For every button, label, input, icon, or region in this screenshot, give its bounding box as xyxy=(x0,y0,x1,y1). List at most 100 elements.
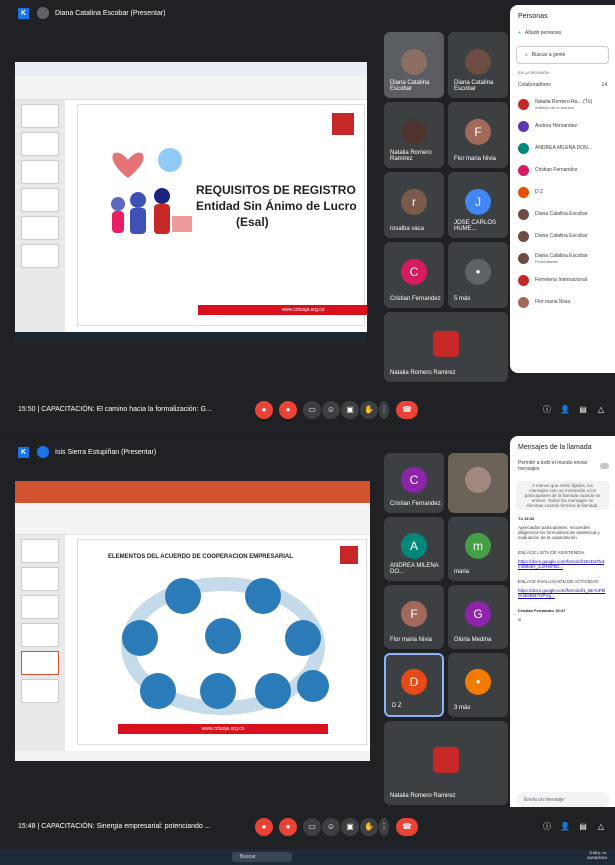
raise-hand-button[interactable]: ✋ xyxy=(360,818,378,836)
participant-tile[interactable]: C Cristian Fernandez xyxy=(384,242,444,308)
participant-tile[interactable]: Diana Catalina Escobar xyxy=(448,32,508,98)
more-participants-tile[interactable]: ● 5 más xyxy=(448,242,508,308)
participant-tile[interactable]: F Flor maria Nivia xyxy=(448,102,508,168)
shared-screen: REQUISITOS DE REGISTRO Entidad Sin Ánimo… xyxy=(15,62,367,342)
participant-name: ANDREA MILENA DO... xyxy=(390,563,439,575)
thumbnail[interactable] xyxy=(21,132,59,156)
taskbar-search[interactable]: Buscar xyxy=(232,852,292,862)
presenter-video-tile[interactable] xyxy=(448,453,508,513)
participant-avatar: A xyxy=(401,532,427,559)
person-role: Presentación xyxy=(535,258,559,264)
participant-avatar: C xyxy=(401,258,427,285)
activities-button[interactable]: △ xyxy=(592,401,610,419)
ppt-ribbon xyxy=(15,503,370,535)
self-view-tile[interactable]: Natalia Romero Ramirez xyxy=(384,721,508,805)
thumbnail[interactable] xyxy=(21,567,59,591)
more-options-button[interactable]: ⋮ xyxy=(379,818,389,836)
thumbnail[interactable] xyxy=(21,623,59,647)
leave-call-button[interactable]: ☎ xyxy=(396,818,418,836)
chat-button[interactable]: ▤ xyxy=(574,401,592,419)
participant-tile[interactable]: C Cristian Fernandez xyxy=(384,453,444,513)
person-avatar xyxy=(518,142,529,154)
person-row[interactable]: Flor maria Nivia xyxy=(510,291,615,313)
mic-off-button[interactable]: ● xyxy=(255,401,273,419)
allow-messages-toggle[interactable]: Permitir a todo el mundo enviar mensajes xyxy=(510,455,615,477)
participant-avatar: C xyxy=(401,466,427,493)
present-button[interactable]: ▣ xyxy=(341,818,359,836)
present-button[interactable]: ▣ xyxy=(341,401,359,419)
people-button[interactable]: 👤 xyxy=(556,401,574,419)
person-row[interactable]: Natalia Romero Ra... (Tú) Anfitrión de la… xyxy=(510,93,615,115)
thumbnail[interactable] xyxy=(21,104,59,128)
participant-tile[interactable]: m maria xyxy=(448,517,508,581)
person-avatar xyxy=(518,252,529,264)
activities-button[interactable]: △ xyxy=(592,818,610,836)
participant-tile[interactable]: r rosalba vaca xyxy=(384,172,444,238)
person-row[interactable]: Cristian Fernandez xyxy=(510,159,615,181)
captions-button[interactable]: ▭ xyxy=(303,818,321,836)
person-row[interactable]: Diana Catalina Escobar xyxy=(510,225,615,247)
participant-tile[interactable]: Diana Catalina Escobar xyxy=(384,32,444,98)
participant-tile[interactable]: A ANDREA MILENA DO... xyxy=(384,517,444,581)
toggle-label: Permitir a todo el mundo enviar mensajes xyxy=(518,460,588,472)
more-options-button[interactable]: ⋮ xyxy=(379,401,389,419)
thumbnail[interactable] xyxy=(21,539,59,563)
person-avatar xyxy=(518,120,529,132)
add-people-button[interactable]: + Añadir personas xyxy=(510,24,615,42)
participant-tile[interactable]: J JOSE CARLOS HUME... xyxy=(448,172,508,238)
camera-off-button[interactable]: ● xyxy=(279,818,297,836)
message-text: si xyxy=(518,617,522,622)
slide-thumbnails[interactable] xyxy=(15,100,65,332)
participant-name: D Z xyxy=(392,703,402,709)
message-input[interactable]: Envía un mensaje xyxy=(516,792,609,808)
thumbnail-selected[interactable] xyxy=(21,651,59,675)
thumbnail[interactable] xyxy=(21,160,59,184)
participant-tile[interactable]: F Flor maria Nivia xyxy=(384,585,444,649)
person-row[interactable]: Andrea Hernandez xyxy=(510,115,615,137)
toggle-switch[interactable] xyxy=(600,463,609,469)
participant-tile[interactable]: G Gloria Medina xyxy=(448,585,508,649)
person-row[interactable]: D Z xyxy=(510,181,615,203)
taskbar-search-label: Buscar xyxy=(240,854,256,860)
participant-avatar: r xyxy=(401,188,427,215)
self-view-tile[interactable]: Natalia Romero Ramirez xyxy=(384,312,508,382)
leave-call-button[interactable]: ☎ xyxy=(396,401,418,419)
search-people-input[interactable]: ⌕ Buscar a gente xyxy=(516,46,609,64)
thumbnail[interactable] xyxy=(21,244,59,268)
more-participants-tile[interactable]: ● 3 más xyxy=(448,653,508,717)
person-name: Diana Catalina Escobar xyxy=(535,233,588,239)
person-row[interactable]: Diana Catalina Escobar Presentación xyxy=(510,247,615,269)
emoji-button[interactable]: ☺ xyxy=(322,401,340,419)
people-button[interactable]: 👤 xyxy=(556,818,574,836)
person-row[interactable]: ANDREA MILENA DON... xyxy=(510,137,615,159)
person-name: ANDREA MILENA DON... xyxy=(535,145,592,151)
person-name: Andrea Hernandez xyxy=(535,123,577,129)
participant-tile-speaking[interactable]: D D Z xyxy=(384,653,444,717)
emoji-button[interactable]: ☺ xyxy=(322,818,340,836)
info-button[interactable]: ⓘ xyxy=(538,401,556,419)
ppt-status-bar xyxy=(15,751,370,761)
slide-thumbnails[interactable] xyxy=(15,535,65,751)
person-row[interactable]: Diana Catalina Escobar xyxy=(510,203,615,225)
attendance-link[interactable]: https://docs.google.com/forms/d/1EsDaTkd… xyxy=(510,557,615,571)
meeting-title: 15:50 | CAPACITACIÓN: El camino hacia la… xyxy=(18,406,212,413)
raise-hand-button[interactable]: ✋ xyxy=(360,401,378,419)
thumbnail[interactable] xyxy=(21,595,59,619)
thumbnail[interactable] xyxy=(21,216,59,240)
participant-name: 5 más xyxy=(454,296,471,302)
evaluation-link[interactable]: https://docs.google.com/forms/d/1_6EYuPb… xyxy=(510,586,615,600)
search-placeholder: Buscar a gente xyxy=(531,52,566,58)
panel-title: Mensajes de la llamada xyxy=(518,444,592,451)
info-button[interactable]: ⓘ xyxy=(538,818,556,836)
thumbnail[interactable] xyxy=(21,679,59,703)
participant-tile[interactable]: Natalia Romero Ramírez xyxy=(384,102,444,168)
chat-button[interactable]: ▤ xyxy=(574,818,592,836)
captions-button[interactable]: ▭ xyxy=(303,401,321,419)
camera-off-button[interactable]: ● xyxy=(279,401,297,419)
person-row[interactable]: Ferretería Internacional xyxy=(510,269,615,291)
more-avatars-icon: ● xyxy=(465,668,491,695)
meet-screenshot-2: K Isis Sierra Estupiñan (Presentar) ELEM… xyxy=(0,433,615,865)
mic-off-button[interactable]: ● xyxy=(255,818,273,836)
thumbnail[interactable] xyxy=(21,188,59,212)
group-header[interactable]: Colaboradores 14 xyxy=(510,77,615,93)
